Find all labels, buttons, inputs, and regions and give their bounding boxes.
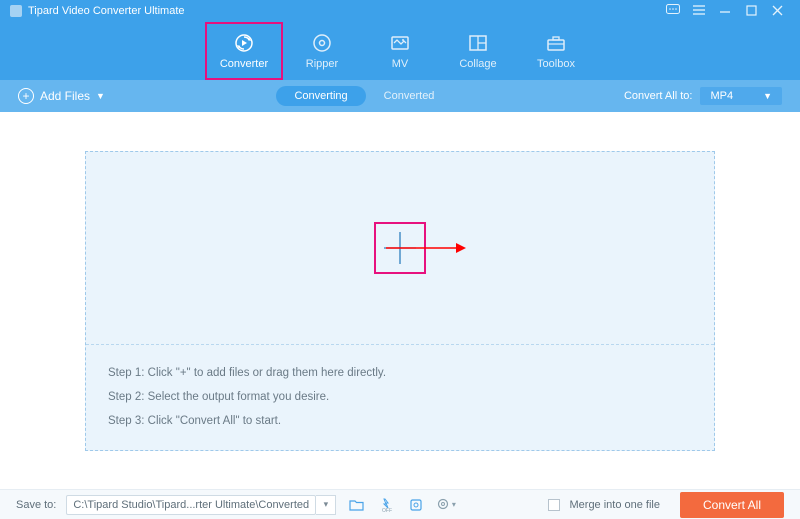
- drop-instructions: Step 1: Click "+" to add files or drag t…: [86, 345, 714, 449]
- tab-label: MV: [392, 58, 409, 70]
- save-path-value: C:\Tipard Studio\Tipard...rter Ultimate\…: [73, 499, 309, 511]
- step3-text: Step 3: Click "Convert All" to start.: [108, 409, 692, 433]
- collage-icon: [467, 32, 489, 54]
- tab-toolbox[interactable]: Toolbox: [517, 22, 595, 80]
- open-folder-icon[interactable]: [346, 495, 366, 515]
- gpu-icon[interactable]: [406, 495, 426, 515]
- converter-icon: [233, 32, 255, 54]
- minimize-icon[interactable]: [712, 4, 738, 19]
- save-path-field[interactable]: C:\Tipard Studio\Tipard...rter Ultimate\…: [66, 495, 316, 515]
- converted-pill[interactable]: Converted: [366, 86, 453, 106]
- step2-text: Step 2: Select the output format you des…: [108, 385, 692, 409]
- path-dropdown-icon[interactable]: ▾: [316, 495, 336, 515]
- app-title: Tipard Video Converter Ultimate: [28, 5, 185, 17]
- convert-all-button[interactable]: Convert All: [680, 492, 784, 518]
- speed-icon[interactable]: OFF: [376, 495, 396, 515]
- drop-top[interactable]: [86, 152, 714, 346]
- tab-label: Ripper: [306, 58, 338, 70]
- step1-text: Step 1: Click "+" to add files or drag t…: [108, 361, 692, 385]
- chevron-down-icon: ▼: [96, 91, 105, 101]
- feedback-icon[interactable]: [660, 4, 686, 19]
- maximize-icon[interactable]: [738, 4, 764, 19]
- convert-all-to-label: Convert All to:: [624, 90, 692, 102]
- titlebar: Tipard Video Converter Ultimate: [0, 0, 800, 22]
- main-area: Step 1: Click "+" to add files or drag t…: [0, 112, 800, 489]
- format-value: MP4: [710, 90, 733, 102]
- annotation-arrow-icon: [386, 241, 466, 255]
- merge-checkbox[interactable]: [548, 499, 560, 511]
- ripper-icon: [311, 32, 333, 54]
- plus-circle-icon: +: [18, 88, 34, 104]
- merge-label: Merge into one file: [570, 499, 661, 511]
- tab-collage[interactable]: Collage: [439, 22, 517, 80]
- add-files-label: Add Files: [40, 89, 90, 103]
- app-logo-icon: [10, 5, 22, 17]
- settings-icon[interactable]: ▾: [436, 495, 456, 515]
- tab-mv[interactable]: MV: [361, 22, 439, 80]
- tab-label: Collage: [459, 58, 496, 70]
- menu-icon[interactable]: [686, 4, 712, 19]
- tab-label: Converter: [220, 58, 268, 70]
- svg-text:OFF: OFF: [382, 508, 392, 512]
- main-tabs: Converter Ripper MV Collage Toolbox: [0, 22, 800, 80]
- mv-icon: [389, 32, 411, 54]
- chevron-down-icon: ▼: [763, 91, 772, 101]
- converting-pill[interactable]: Converting: [276, 86, 365, 106]
- tab-ripper[interactable]: Ripper: [283, 22, 361, 80]
- add-files-button[interactable]: + Add Files ▼: [18, 88, 105, 104]
- subbar: + Add Files ▼ Converting Converted Conve…: [0, 80, 800, 112]
- save-to-label: Save to:: [16, 499, 56, 511]
- close-icon[interactable]: [764, 4, 790, 19]
- dropzone[interactable]: Step 1: Click "+" to add files or drag t…: [85, 151, 715, 451]
- footer: Save to: C:\Tipard Studio\Tipard...rter …: [0, 489, 800, 519]
- format-select[interactable]: MP4 ▼: [700, 87, 782, 105]
- tab-label: Toolbox: [537, 58, 575, 70]
- tab-converter[interactable]: Converter: [205, 22, 283, 80]
- toolbox-icon: [545, 32, 567, 54]
